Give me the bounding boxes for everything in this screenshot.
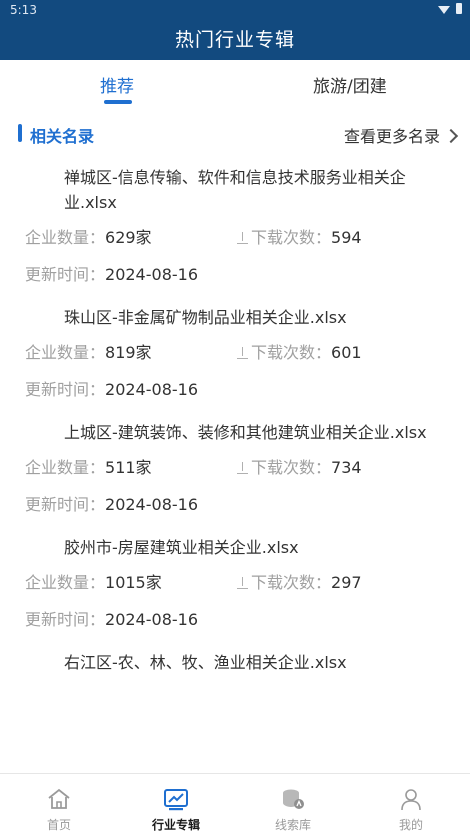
file-name: 禅城区-信息传输、软件和信息技术服务业相关企业.xlsx — [64, 168, 406, 212]
chart-icon — [163, 786, 189, 812]
updated-value: 2024-08-16 — [105, 380, 198, 399]
nav-home-label: 首页 — [46, 818, 71, 832]
item-meta: 企业数量：629家 下载次数：594 — [0, 215, 470, 252]
tab-recommend[interactable]: 推荐 — [100, 72, 134, 97]
list-item[interactable]: 胶州市-房屋建筑业相关企业.xlsx 企业数量：1015家 下载次数：297 更… — [0, 535, 470, 650]
tab-travel[interactable]: 旅游/团建 — [313, 72, 387, 97]
directory-list: 禅城区-信息传输、软件和信息技术服务业相关企业.xlsx 企业数量：629家 下… — [0, 165, 470, 675]
item-updated: 更新时间：2024-08-16 — [0, 482, 470, 519]
download-icon — [237, 462, 248, 474]
tab-indicator — [104, 100, 132, 104]
database-icon — [280, 786, 306, 812]
download-icon — [237, 347, 248, 359]
updated-label: 更新时间： — [25, 380, 106, 399]
section-title: 相关名录 — [30, 127, 95, 146]
nav-home[interactable]: 首页 — [12, 774, 106, 838]
status-time: 5:13 — [10, 3, 37, 17]
downloads-value: 601 — [331, 343, 362, 362]
downloads-value: 734 — [331, 458, 362, 477]
nav-leads-label: 线索库 — [274, 818, 311, 832]
downloads-label: 下载次数： — [251, 228, 332, 247]
downloads-label: 下载次数： — [251, 458, 332, 477]
updated-value: 2024-08-16 — [105, 495, 198, 514]
updated-label: 更新时间： — [25, 610, 106, 629]
count-label: 企业数量： — [25, 458, 106, 477]
count-label: 企业数量： — [25, 343, 106, 362]
updated-value: 2024-08-16 — [105, 265, 198, 284]
file-name: 胶州市-房屋建筑业相关企业.xlsx — [64, 538, 299, 557]
count-label: 企业数量： — [25, 573, 106, 592]
list-item[interactable]: 珠山区-非金属矿物制品业相关企业.xlsx 企业数量：819家 下载次数：601… — [0, 305, 470, 420]
updated-value: 2024-08-16 — [105, 610, 198, 629]
item-updated: 更新时间：2024-08-16 — [0, 252, 470, 289]
nav-mine[interactable]: 我的 — [364, 774, 458, 838]
item-updated: 更新时间：2024-08-16 — [0, 367, 470, 404]
wifi-icon — [438, 6, 450, 14]
downloads-label: 下载次数： — [251, 343, 332, 362]
page-title: 热门行业专辑 — [174, 29, 295, 51]
downloads-label: 下载次数： — [251, 573, 332, 592]
file-name: 右江区-农、林、牧、渔业相关企业.xlsx — [64, 653, 347, 672]
item-updated: 更新时间：2024-08-16 — [0, 597, 470, 634]
item-meta: 企业数量：511家 下载次数：734 — [0, 445, 470, 482]
item-meta: 企业数量：819家 下载次数：601 — [0, 330, 470, 367]
download-icon — [237, 232, 248, 244]
nav-leads[interactable]: 线索库 — [246, 774, 340, 838]
list-item[interactable]: 禅城区-信息传输、软件和信息技术服务业相关企业.xlsx 企业数量：629家 下… — [0, 165, 470, 305]
battery-icon — [456, 3, 462, 14]
count-value: 819家 — [105, 343, 152, 362]
list-item[interactable]: 右江区-农、林、牧、渔业相关企业.xlsx — [0, 650, 470, 675]
app-bar: 热门行业专辑 — [0, 22, 470, 60]
view-more-label: 查看更多名录 — [343, 127, 440, 146]
view-more-link[interactable]: 查看更多名录 — [343, 123, 459, 147]
list-item[interactable]: 上城区-建筑装饰、装修和其他建筑业相关企业.xlsx 企业数量：511家 下载次… — [0, 420, 470, 535]
downloads-value: 297 — [331, 573, 362, 592]
nav-mine-label: 我的 — [398, 818, 423, 832]
count-value: 629家 — [105, 228, 152, 247]
updated-label: 更新时间： — [25, 495, 106, 514]
count-value: 511家 — [105, 458, 152, 477]
status-bar: 5:13 — [0, 0, 470, 22]
section-header: 相关名录 查看更多名录 — [0, 114, 470, 154]
chevron-right-icon — [443, 128, 459, 144]
downloads-value: 594 — [331, 228, 362, 247]
tab-bar: 推荐 旅游/团建 — [0, 60, 470, 110]
nav-industry-label: 行业专辑 — [151, 818, 200, 832]
file-name: 上城区-建筑装饰、装修和其他建筑业相关企业.xlsx — [64, 423, 427, 442]
count-label: 企业数量： — [25, 228, 106, 247]
count-value: 1015家 — [105, 573, 162, 592]
home-icon — [46, 786, 72, 812]
item-meta: 企业数量：1015家 下载次数：297 — [0, 560, 470, 597]
user-icon — [398, 786, 424, 812]
updated-label: 更新时间： — [25, 265, 106, 284]
section-marker — [18, 124, 22, 142]
download-icon — [237, 577, 248, 589]
nav-industry[interactable]: 行业专辑 — [129, 774, 223, 838]
bottom-nav: 首页 行业专辑 线索库 我的 — [0, 773, 470, 838]
file-name: 珠山区-非金属矿物制品业相关企业.xlsx — [64, 308, 347, 327]
